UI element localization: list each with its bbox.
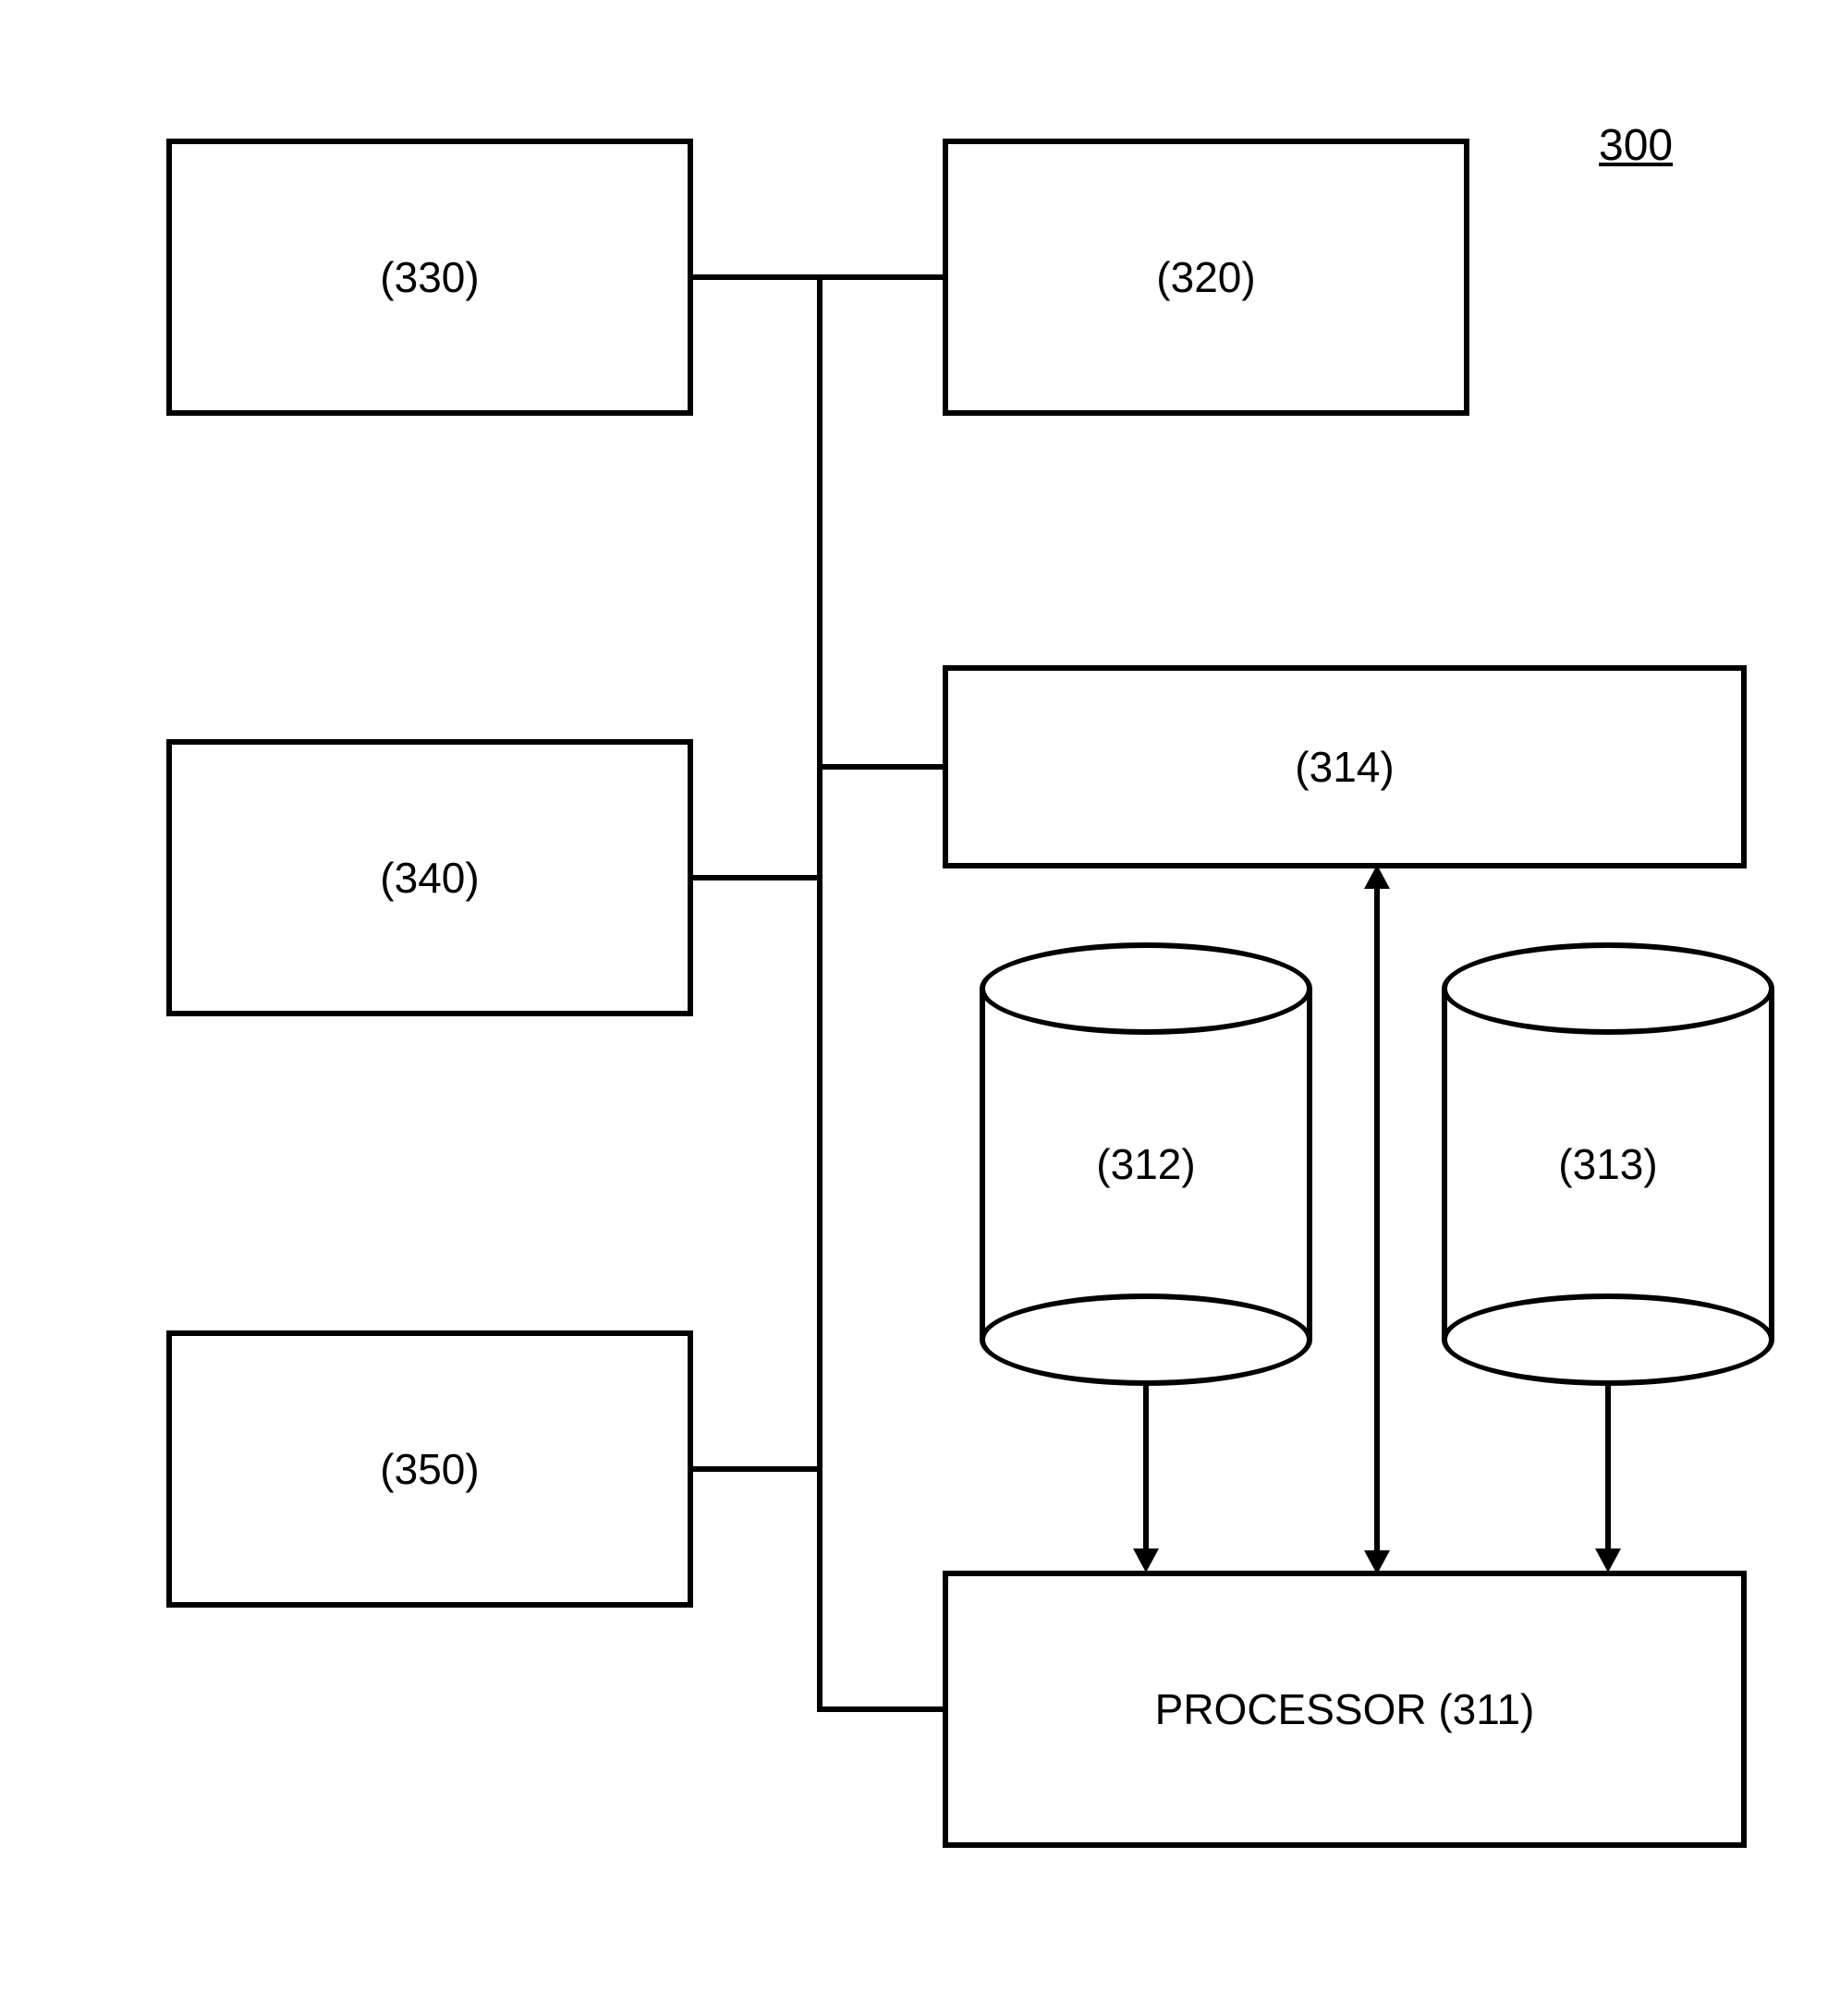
block-340: (340)	[166, 739, 693, 1016]
block-314: (314)	[943, 665, 1747, 868]
connector-bus-processor	[817, 1706, 946, 1712]
block-330: (330)	[166, 139, 693, 416]
block-350-label: (350)	[380, 1444, 479, 1494]
arrow-312-processor-line	[1143, 1384, 1149, 1550]
diagram-canvas: 300 (330) (320) (340) (350) (314) PROCES…	[0, 0, 1840, 2016]
arrow-313-processor-head	[1595, 1548, 1621, 1573]
block-processor: PROCESSOR (311)	[943, 1571, 1747, 1848]
cylinder-312: (312)	[980, 942, 1312, 1386]
arrow-314-processor-head-up	[1364, 865, 1390, 889]
arrow-314-processor-head-down	[1364, 1550, 1390, 1574]
cylinder-313-label: (313)	[1558, 1139, 1657, 1189]
figure-number-label: 300	[1599, 120, 1673, 171]
block-350: (350)	[166, 1330, 693, 1608]
cylinder-313: (313)	[1442, 942, 1774, 1386]
connector-350-bus	[693, 1466, 823, 1472]
connector-bus-314	[817, 764, 946, 770]
block-processor-label: PROCESSOR (311)	[1155, 1684, 1535, 1734]
block-320-label: (320)	[1156, 252, 1255, 302]
arrow-312-processor-head	[1133, 1548, 1159, 1573]
block-314-label: (314)	[1295, 742, 1394, 792]
arrow-313-processor-line	[1605, 1384, 1611, 1550]
connector-340-bus	[693, 875, 823, 880]
block-330-label: (330)	[380, 252, 479, 302]
block-320: (320)	[943, 139, 1469, 416]
connector-330-bus	[693, 274, 823, 280]
connector-bus-320	[817, 274, 946, 280]
cylinder-312-label: (312)	[1096, 1139, 1195, 1189]
arrow-314-processor-line	[1374, 887, 1380, 1552]
block-340-label: (340)	[380, 853, 479, 903]
bus-vertical	[817, 277, 823, 1709]
